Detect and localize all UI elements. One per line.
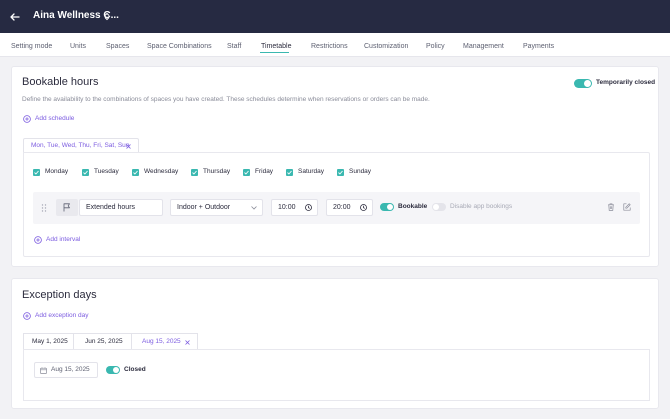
tab-timetable[interactable]: Timetable — [261, 43, 291, 50]
bookable-hours-title: Bookable hours — [22, 76, 99, 88]
day-checkbox-friday[interactable] — [243, 169, 250, 176]
disable-app-bookings-toggle[interactable] — [432, 203, 446, 211]
exception-tab-label: Aug 15, 2025 — [142, 338, 181, 345]
day-label-thursday: Thursday — [203, 168, 231, 175]
tab-space-combinations[interactable]: Space Combinations — [147, 43, 212, 50]
add-schedule-link[interactable]: Add schedule — [35, 115, 74, 122]
tab-setting-mode[interactable]: Setting mode — [11, 43, 52, 50]
schedule-tab-label: Mon, Tue, Wed, Thu, Fri, Sat, Sun — [31, 142, 130, 149]
schedule-tab[interactable]: Mon, Tue, Wed, Thu, Fri, Sat, Sun — [23, 138, 139, 152]
add-circle-icon[interactable] — [23, 115, 31, 123]
temporarily-closed-toggle[interactable] — [574, 79, 592, 88]
close-icon[interactable] — [185, 340, 190, 345]
day-label-wednesday: Wednesday — [144, 168, 179, 175]
interval-start-time[interactable]: 10:00 — [271, 199, 318, 216]
interval-name-value: Extended hours — [86, 204, 136, 211]
back-arrow-icon[interactable] — [8, 10, 22, 24]
tab-restrictions[interactable]: Restrictions — [311, 43, 348, 50]
day-label-tuesday: Tuesday — [94, 168, 119, 175]
exception-tab-label: May 1, 2025 — [32, 338, 68, 345]
add-interval-link[interactable]: Add interval — [46, 236, 80, 243]
exception-date-input[interactable]: Aug 15, 2025 — [34, 362, 98, 378]
trash-icon[interactable] — [607, 203, 615, 211]
exception-tab-active[interactable]: Aug 15, 2025 — [132, 333, 198, 349]
active-tab-indicator — [260, 52, 289, 53]
day-checkbox-monday[interactable] — [33, 169, 40, 176]
interval-flag-button[interactable] — [56, 199, 78, 216]
tab-staff[interactable]: Staff — [227, 43, 241, 50]
tab-spaces[interactable]: Spaces — [106, 43, 129, 50]
drag-handle-icon[interactable] — [41, 204, 47, 212]
bookable-label: Bookable — [398, 203, 428, 210]
exception-tab-label: Jun 25, 2025 — [85, 338, 123, 345]
day-checkbox-wednesday[interactable] — [132, 169, 139, 176]
tab-customization[interactable]: Customization — [364, 43, 408, 50]
closed-toggle[interactable] — [106, 366, 120, 374]
chevron-down-icon — [251, 206, 257, 210]
edit-icon[interactable] — [623, 203, 631, 211]
day-checkbox-sunday[interactable] — [337, 169, 344, 176]
interval-end-value: 20:00 — [333, 204, 351, 211]
day-label-saturday: Saturday — [298, 168, 325, 175]
interval-end-time[interactable]: 20:00 — [326, 199, 373, 216]
day-label-friday: Friday — [255, 168, 274, 175]
day-label-sunday: Sunday — [349, 168, 372, 175]
exception-panel — [23, 349, 650, 401]
day-label-monday: Monday — [45, 168, 69, 175]
interval-space-value: Indoor + Outdoor — [177, 204, 231, 211]
flag-icon — [63, 203, 70, 212]
disable-app-bookings-label: Disable app bookings — [450, 203, 513, 210]
interval-name-input[interactable]: Extended hours — [79, 199, 163, 216]
exception-tab[interactable]: Jun 25, 2025 — [74, 333, 132, 349]
clock-icon — [305, 204, 312, 211]
exception-days-title: Exception days — [22, 289, 97, 301]
close-icon[interactable] — [126, 144, 131, 149]
clock-icon — [360, 204, 367, 211]
day-checkbox-thursday[interactable] — [191, 169, 198, 176]
top-bar: Aina Wellness C... — [0, 0, 670, 33]
tab-management[interactable]: Management — [463, 43, 504, 50]
exception-date-value: Aug 15, 2025 — [51, 366, 90, 373]
interval-start-value: 10:00 — [278, 204, 296, 211]
add-circle-icon[interactable] — [23, 312, 31, 320]
temporarily-closed-label: Temporarily closed — [596, 79, 656, 86]
day-checkbox-tuesday[interactable] — [82, 169, 89, 176]
nav-tabs: Setting mode Units Spaces Space Combinat… — [0, 33, 670, 57]
chevron-updown-icon[interactable] — [104, 12, 110, 21]
interval-space-select[interactable]: Indoor + Outdoor — [170, 199, 263, 216]
bookable-hours-description: Define the availability to the combinati… — [22, 96, 430, 103]
add-circle-icon[interactable] — [34, 236, 42, 244]
exception-tab[interactable]: May 1, 2025 — [23, 333, 74, 349]
tab-payments[interactable]: Payments — [523, 43, 554, 50]
closed-label: Closed — [124, 366, 146, 373]
tab-units[interactable]: Units — [70, 43, 86, 50]
add-exception-day-link[interactable]: Add exception day — [35, 312, 88, 319]
calendar-icon — [40, 367, 47, 374]
day-checkbox-saturday[interactable] — [286, 169, 293, 176]
tab-policy[interactable]: Policy — [426, 43, 445, 50]
bookable-toggle[interactable] — [380, 203, 394, 211]
